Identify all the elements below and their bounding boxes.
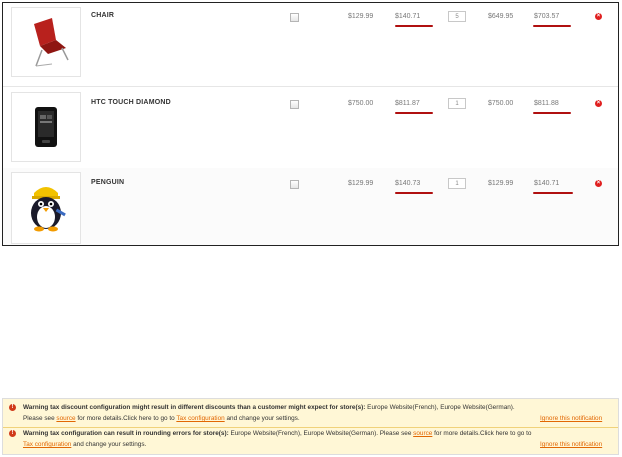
unit-price-incl-tax: $811.87 xyxy=(395,100,420,107)
notification-text: for more details.Click here to go to xyxy=(75,415,177,422)
remove-icon[interactable]: × xyxy=(595,100,602,107)
notification-stores: Europe Website(French), Europe Website(G… xyxy=(365,404,515,411)
subtotal-incl-tax: $811.88 xyxy=(534,100,559,107)
subtotal-excl-tax: $750.00 xyxy=(488,100,514,107)
source-link[interactable]: source xyxy=(413,430,432,437)
highlight-underline xyxy=(533,112,571,114)
notification-message: ! Warning tax discount configuration mig… xyxy=(3,402,618,428)
gift-message-checkbox[interactable] xyxy=(290,13,299,22)
product-name[interactable]: PENGUIN xyxy=(91,179,124,186)
notification-line: Warning tax configuration can result in … xyxy=(23,428,531,439)
quantity-input[interactable]: 1 xyxy=(448,178,466,189)
unit-price-incl-tax: $140.73 xyxy=(395,180,421,187)
subtotal-excl-tax: $649.95 xyxy=(488,13,514,20)
product-name[interactable]: CHAIR xyxy=(91,12,114,19)
phone-icon xyxy=(35,107,57,147)
highlight-underline xyxy=(395,192,433,194)
notification-stores: Europe Website(French), Europe Website(G… xyxy=(228,430,414,437)
ignore-notification-link[interactable]: Ignore this notification xyxy=(540,439,602,450)
highlight-underline xyxy=(395,112,433,114)
admin-notifications: ! Warning tax discount configuration mig… xyxy=(2,398,619,455)
warning-icon: ! xyxy=(9,430,16,437)
tax-configuration-link[interactable]: Tax configuration xyxy=(176,415,224,422)
product-image-penguin[interactable] xyxy=(11,172,81,244)
remove-icon[interactable]: × xyxy=(595,13,602,20)
penguin-icon xyxy=(31,187,66,232)
subtotal-excl-tax: $129.99 xyxy=(488,180,514,187)
notification-text: and change your settings. xyxy=(71,441,147,448)
notification-text: and change your settings. xyxy=(224,415,300,422)
source-link[interactable]: source xyxy=(56,415,75,422)
notification-text: Please see xyxy=(23,415,57,422)
warning-icon: ! xyxy=(9,404,16,411)
highlight-underline xyxy=(395,25,433,27)
remove-icon[interactable]: × xyxy=(595,180,602,187)
product-image-chair[interactable] xyxy=(11,7,81,77)
gift-message-checkbox[interactable] xyxy=(290,180,299,189)
notification-text: for more details.Click here to go to xyxy=(432,430,532,437)
tax-configuration-link[interactable]: Tax configuration xyxy=(23,441,71,448)
table-row: PENGUIN $129.99 $140.73 1 $129.99 $140.7… xyxy=(3,168,618,245)
quantity-input[interactable]: 5 xyxy=(448,11,466,22)
notification-line: Tax configuration and change your settin… xyxy=(23,439,146,450)
table-row: HTC TOUCH DIAMOND $750.00 $811.87 1 $750… xyxy=(3,86,618,169)
chair-icon xyxy=(34,18,69,67)
unit-price-excl-tax: $750.00 xyxy=(348,100,374,107)
notification-message: ! Warning tax configuration can result i… xyxy=(3,428,618,454)
gift-message-checkbox[interactable] xyxy=(290,100,299,109)
notification-line: Warning tax discount configuration might… xyxy=(23,402,515,413)
highlight-underline xyxy=(533,25,571,27)
subtotal-incl-tax: $703.57 xyxy=(534,13,560,20)
product-name[interactable]: HTC TOUCH DIAMOND xyxy=(91,99,171,106)
cart-items-table: CHAIR $129.99 $140.71 5 $649.95 $703.57 … xyxy=(2,2,619,246)
subtotal-incl-tax: $140.71 xyxy=(534,180,560,187)
table-row: CHAIR $129.99 $140.71 5 $649.95 $703.57 … xyxy=(3,3,618,87)
ignore-notification-link[interactable]: Ignore this notification xyxy=(540,413,602,424)
unit-price-excl-tax: $129.99 xyxy=(348,13,374,20)
unit-price-incl-tax: $140.71 xyxy=(395,13,421,20)
quantity-input[interactable]: 1 xyxy=(448,98,466,109)
notification-line: Please see source for more details.Click… xyxy=(23,413,300,424)
product-image-htc[interactable] xyxy=(11,92,81,162)
notification-title: Warning tax configuration can result in … xyxy=(23,430,229,437)
highlight-underline xyxy=(533,192,573,194)
unit-price-excl-tax: $129.99 xyxy=(348,180,374,187)
notification-title: Warning tax discount configuration might… xyxy=(23,404,366,411)
